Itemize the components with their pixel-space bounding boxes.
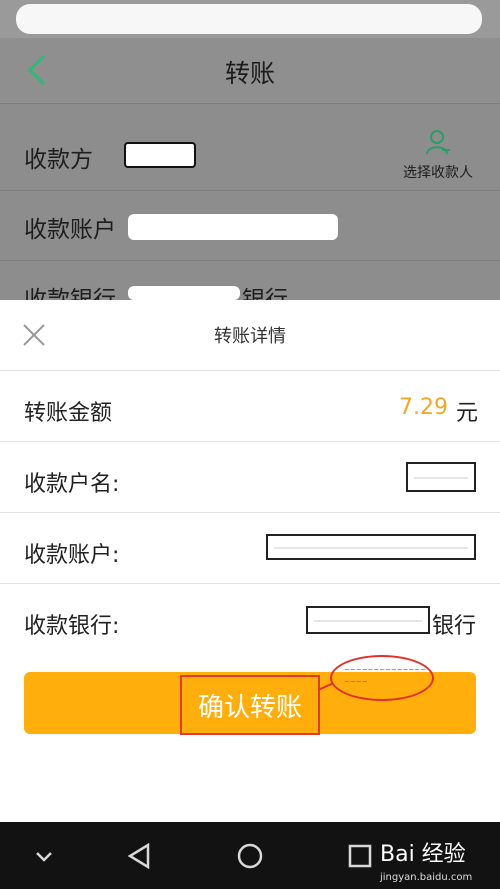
annotation-scribble-text: ~~~~~~~~~~~~~~ ~~~~ xyxy=(344,666,427,686)
divider xyxy=(0,512,500,513)
payee-redacted xyxy=(124,142,196,168)
payee-bank-redacted xyxy=(306,606,430,634)
amount-label: 转账金额 xyxy=(24,401,113,426)
choose-payee-button[interactable]: 选择收款人 xyxy=(396,128,480,182)
payee-name-redacted xyxy=(406,462,476,492)
back-triangle-icon[interactable] xyxy=(122,838,158,874)
divider xyxy=(0,190,500,191)
divider xyxy=(0,583,500,584)
payee-name-label: 收款户名: xyxy=(24,472,120,497)
transfer-form: 收款方 选择收款人 收款账户 收款银行 银行 xyxy=(0,104,500,313)
recents-square-icon[interactable] xyxy=(342,838,378,874)
watermark-url: jingyan.baidu.com xyxy=(380,872,473,883)
divider xyxy=(0,441,500,442)
payee-bank-label: 收款银行: xyxy=(24,614,120,639)
home-circle-icon[interactable] xyxy=(232,838,268,874)
navigation-bar: Bai 经验 jingyan.baidu.com xyxy=(0,822,500,889)
divider xyxy=(0,370,500,371)
account-label: 收款账户 xyxy=(24,217,116,243)
chevron-down-icon[interactable] xyxy=(26,838,62,874)
annotation-callout: ~~~~~~~~~~~~~~ ~~~~ xyxy=(330,655,434,701)
page-title: 转账 xyxy=(224,59,275,88)
payee-bank-suffix: 银行 xyxy=(431,614,476,639)
bank-redacted xyxy=(128,286,240,300)
status-bar xyxy=(0,0,500,38)
payee-label: 收款方 xyxy=(24,147,93,173)
watermark-brand: Bai 经验 xyxy=(380,842,466,867)
divider xyxy=(0,260,500,261)
amount-value: 7.29 xyxy=(399,395,448,420)
header: 转账 xyxy=(0,38,500,104)
choose-payee-label: 选择收款人 xyxy=(403,165,473,181)
account-redacted xyxy=(128,214,338,240)
payee-account-label: 收款账户: xyxy=(24,543,120,568)
transfer-details-sheet: 转账详情 转账金额 7.29 元 收款户名: 收款账户: 收款银行: 银行 确认… xyxy=(0,300,500,822)
amount-unit: 元 xyxy=(455,401,478,426)
person-icon xyxy=(426,130,450,155)
redaction-scribble xyxy=(16,4,482,34)
payee-account-redacted xyxy=(266,534,476,560)
sheet-title: 转账详情 xyxy=(214,326,286,347)
